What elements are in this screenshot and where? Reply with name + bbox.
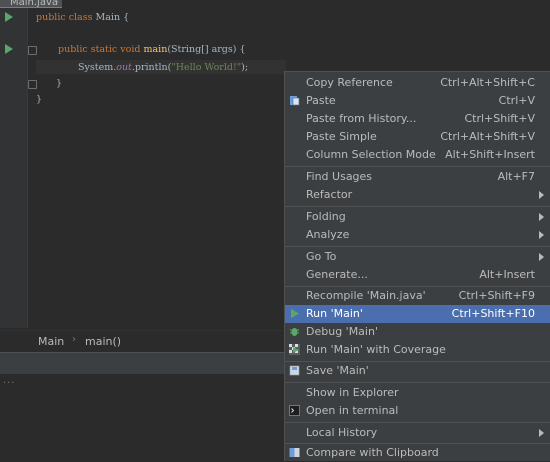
menu-item-go-to[interactable]: Go To [285,248,550,266]
menu-item-run-with-coverage[interactable]: Run 'Main' with Coverage [285,341,550,359]
submenu-arrow-icon [539,213,544,221]
context-menu: Copy Reference Ctrl+Alt+Shift+C Paste Ct… [284,71,550,461]
code-line-5[interactable]: } [36,94,42,106]
submenu-arrow-icon [539,231,544,239]
menu-item-compare-with-clipboard[interactable]: Compare with Clipboard [285,444,550,462]
submenu-arrow-icon [539,429,544,437]
close-icon[interactable]: × [52,0,60,6]
menu-item-open-in-terminal[interactable]: Open in terminal [285,402,550,420]
compare-icon [289,448,300,457]
menu-item-paste[interactable]: Paste Ctrl+V [285,92,550,110]
menu-separator [285,166,550,167]
run-icon [291,309,299,318]
code-line-4[interactable]: } [56,78,62,90]
breadcrumb-method[interactable]: main() [85,335,121,348]
paste-icon [290,96,300,106]
menu-item-recompile[interactable]: Recompile 'Main.java' Ctrl+Shift+F9 [285,287,550,305]
menu-item-paste-simple[interactable]: Paste Simple Ctrl+Alt+Shift+V [285,128,550,146]
run-class-icon[interactable] [5,12,13,22]
code-line-3[interactable]: System.out.println("Hello World!"); [78,62,248,74]
menu-item-column-selection-mode[interactable]: Column Selection Mode Alt+Shift+Insert [285,146,550,164]
breadcrumb-class[interactable]: Main [38,335,64,348]
terminal-icon [289,405,300,416]
menu-separator [285,206,550,207]
breadcrumb-separator-icon: › [72,334,76,345]
submenu-arrow-icon [539,191,544,199]
editor-tab-main-java[interactable]: Main.java × [0,0,62,8]
code-line-1[interactable]: public class Main { [36,12,129,24]
more-icon[interactable]: ··· [3,378,16,389]
run-method-icon[interactable] [5,44,13,54]
menu-separator [285,422,550,423]
fold-marker-icon[interactable] [28,80,37,89]
save-icon [289,365,300,376]
menu-item-debug-main[interactable]: Debug 'Main' [285,323,550,341]
code-line-2[interactable]: public static void main(String[] args) { [58,44,246,56]
menu-item-show-in-explorer[interactable]: Show in Explorer [285,384,550,402]
menu-item-folding[interactable]: Folding [285,208,550,226]
menu-item-refactor[interactable]: Refactor [285,186,550,204]
menu-item-save-main[interactable]: Save 'Main' [285,362,550,380]
menu-separator [285,246,550,247]
editor-gutter [0,8,27,328]
gutter-divider [27,8,28,328]
menu-item-run-main[interactable]: Run 'Main' Ctrl+Shift+F10 [285,305,550,323]
coverage-icon [289,344,300,355]
tab-title: Main.java [10,0,59,8]
menu-item-copy-reference[interactable]: Copy Reference Ctrl+Alt+Shift+C [285,74,550,92]
menu-item-find-usages[interactable]: Find Usages Alt+F7 [285,168,550,186]
fold-marker-icon[interactable] [28,46,37,55]
submenu-arrow-icon [539,253,544,261]
debug-icon [290,328,299,336]
menu-separator [285,382,550,383]
menu-item-local-history[interactable]: Local History [285,424,550,442]
menu-item-generate[interactable]: Generate... Alt+Insert [285,266,550,284]
menu-item-analyze[interactable]: Analyze [285,226,550,244]
menu-item-paste-from-history[interactable]: Paste from History... Ctrl+Shift+V [285,110,550,128]
